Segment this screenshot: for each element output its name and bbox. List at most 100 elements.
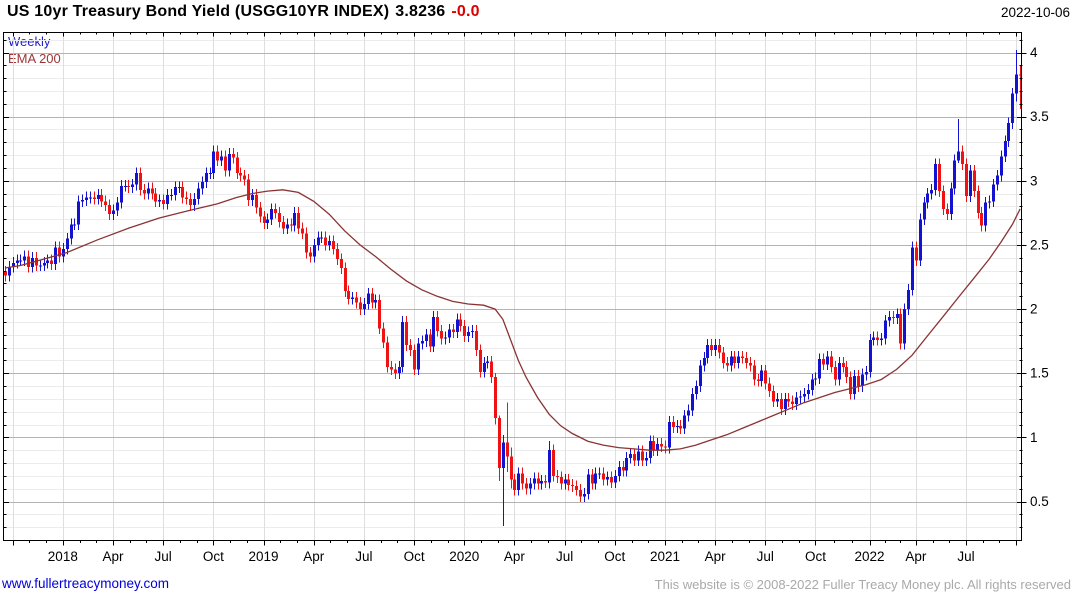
- candle-down: [490, 361, 493, 378]
- x-tick-label: Jul: [355, 549, 372, 564]
- candle-down: [324, 237, 327, 245]
- candle-up: [988, 201, 991, 203]
- candle-up: [737, 356, 740, 363]
- candle-up: [467, 332, 470, 337]
- candle-up: [251, 194, 254, 201]
- candle-up: [432, 316, 435, 347]
- candle-down: [749, 362, 752, 366]
- candle-down: [479, 350, 482, 372]
- candle-down: [961, 151, 964, 165]
- candle-up: [147, 188, 150, 194]
- candle-down: [633, 454, 636, 461]
- candle-up: [699, 365, 702, 387]
- candle-down: [521, 473, 524, 484]
- candle-down: [722, 352, 725, 363]
- candle-up: [818, 359, 821, 379]
- candle-down: [239, 173, 242, 176]
- candle-down: [185, 197, 188, 199]
- candle-up: [193, 198, 196, 206]
- candle-up: [930, 189, 933, 194]
- y-tick-label: 3: [1030, 173, 1038, 188]
- candle-up: [220, 156, 223, 161]
- candle-up: [197, 188, 200, 199]
- candle-up: [328, 241, 331, 245]
- candle-up: [703, 357, 706, 366]
- x-tick-label: 2022: [855, 549, 885, 564]
- candle-down: [440, 330, 443, 339]
- candle-down: [946, 209, 949, 215]
- candle-down: [845, 366, 848, 378]
- candle-down: [344, 268, 347, 292]
- candle-down: [560, 477, 563, 484]
- candle-down: [973, 170, 976, 192]
- candle-up: [984, 202, 987, 226]
- candle-down: [764, 370, 767, 384]
- candle-up: [730, 356, 733, 366]
- candle-down: [127, 185, 130, 188]
- candle-up: [1015, 74, 1018, 94]
- candle-down: [980, 212, 983, 226]
- x-axis-labels: 2018 Apr Jul Oct 2019 Apr Jul Oct 2020 Apr Jul Oct 2…: [48, 549, 975, 564]
- candle-up: [367, 293, 370, 304]
- candle-down: [452, 329, 455, 333]
- candle-down: [741, 356, 744, 358]
- x-tick-label: 2021: [650, 549, 680, 564]
- chart-page: US 10yr Treasury Bond Yield (USGG10YR IN…: [0, 0, 1075, 600]
- x-tick-label: Apr: [504, 549, 526, 564]
- candle-up: [838, 362, 841, 380]
- candle-up: [85, 197, 88, 201]
- candle-up: [425, 334, 428, 342]
- candle-up: [317, 237, 320, 245]
- candle-up: [43, 262, 46, 266]
- candle-up: [483, 362, 486, 372]
- candle-down: [429, 334, 432, 347]
- candle-down: [108, 205, 111, 215]
- candle-up: [776, 398, 779, 402]
- candle-down: [498, 418, 501, 469]
- candle-down: [336, 248, 339, 260]
- candle-down: [552, 450, 555, 476]
- candle-down: [510, 456, 513, 480]
- y-tick-label: 2.5: [1030, 237, 1049, 252]
- candle-up: [803, 393, 806, 397]
- candle-down: [274, 209, 277, 213]
- candle-down: [27, 256, 30, 267]
- candle-up: [811, 379, 814, 390]
- candle-down: [459, 319, 462, 326]
- candle-down: [436, 316, 439, 331]
- candle-down: [297, 212, 300, 229]
- candle-up: [97, 194, 100, 199]
- candle-up: [19, 260, 22, 262]
- candle-up: [896, 314, 899, 319]
- candle-up: [548, 450, 551, 483]
- candle-down: [371, 293, 374, 303]
- candle-up: [1007, 123, 1010, 142]
- candle-up: [645, 457, 648, 461]
- candle-up: [668, 421, 671, 448]
- candle-up: [606, 477, 609, 480]
- candle-up: [166, 194, 169, 204]
- candle-up: [637, 451, 640, 461]
- candle-down: [753, 365, 756, 380]
- candle-up: [448, 329, 451, 338]
- candle-up: [158, 200, 161, 202]
- candle-up: [934, 164, 937, 190]
- candle-up: [996, 175, 999, 185]
- candle-down: [181, 187, 184, 198]
- candle-up: [853, 375, 856, 394]
- candle-down: [899, 314, 902, 344]
- candle-down: [787, 398, 790, 402]
- x-tick-label: Apr: [102, 549, 124, 564]
- candle-up: [205, 173, 208, 183]
- candle-down: [834, 366, 837, 380]
- candle-down: [525, 483, 528, 489]
- y-tick-label: 4: [1030, 45, 1038, 60]
- candle-down: [405, 321, 408, 346]
- candle-up: [444, 337, 447, 339]
- website-link[interactable]: www.fullertreacymoney.com: [2, 576, 169, 591]
- candle-up: [872, 337, 875, 340]
- candle-up: [135, 173, 138, 185]
- candle-up: [950, 188, 953, 215]
- candlesticks: [4, 49, 1022, 526]
- candle-up: [880, 338, 883, 340]
